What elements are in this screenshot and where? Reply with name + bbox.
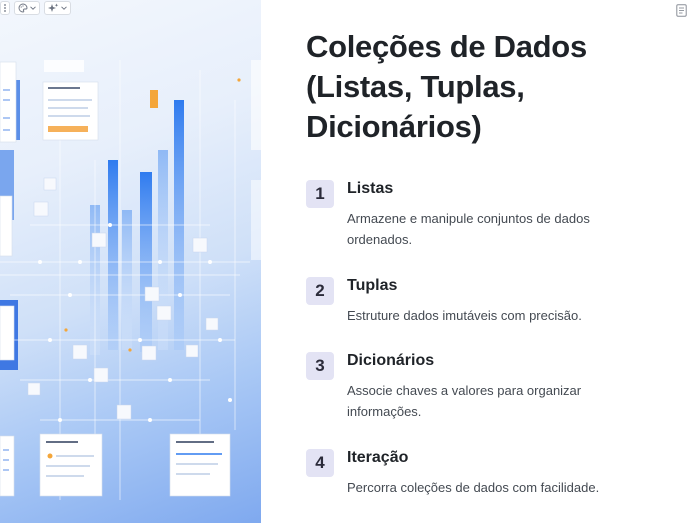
data-visualization-illustration — [0, 60, 261, 500]
sparkle-icon — [48, 3, 59, 12]
ai-edit-button[interactable] — [44, 1, 71, 15]
item-title: Listas — [347, 180, 394, 197]
item-title: Tuplas — [347, 277, 398, 294]
palette-icon — [18, 3, 28, 13]
slide-title: Coleções de Dados (Listas, Tuplas, Dicio… — [306, 29, 587, 144]
more-options-button[interactable] — [0, 1, 10, 15]
style-button[interactable] — [14, 1, 40, 15]
chevron-down-icon — [30, 6, 36, 10]
item-description: Armazene e manipule conjuntos de dados o… — [347, 211, 590, 247]
more-vertical-icon — [4, 4, 6, 12]
item-description: Associe chaves a valores para organizar … — [347, 383, 582, 419]
step-number-badge: 4 — [306, 449, 334, 477]
chevron-down-icon — [61, 6, 67, 10]
step-number-badge: 2 — [306, 277, 334, 305]
item-description: Percorra coleções de dados com facilidad… — [347, 480, 600, 495]
item-title: Dicionários — [347, 352, 435, 369]
image-toolbar — [0, 0, 71, 16]
notes-button[interactable] — [673, 2, 689, 18]
step-number-badge: 1 — [306, 180, 334, 208]
document-icon — [675, 3, 687, 17]
item-description: Estruture dados imutáveis com precisão. — [347, 308, 582, 323]
item-title: Iteração — [347, 449, 409, 466]
illustration-image — [0, 0, 261, 523]
step-number-badge: 3 — [306, 352, 334, 380]
